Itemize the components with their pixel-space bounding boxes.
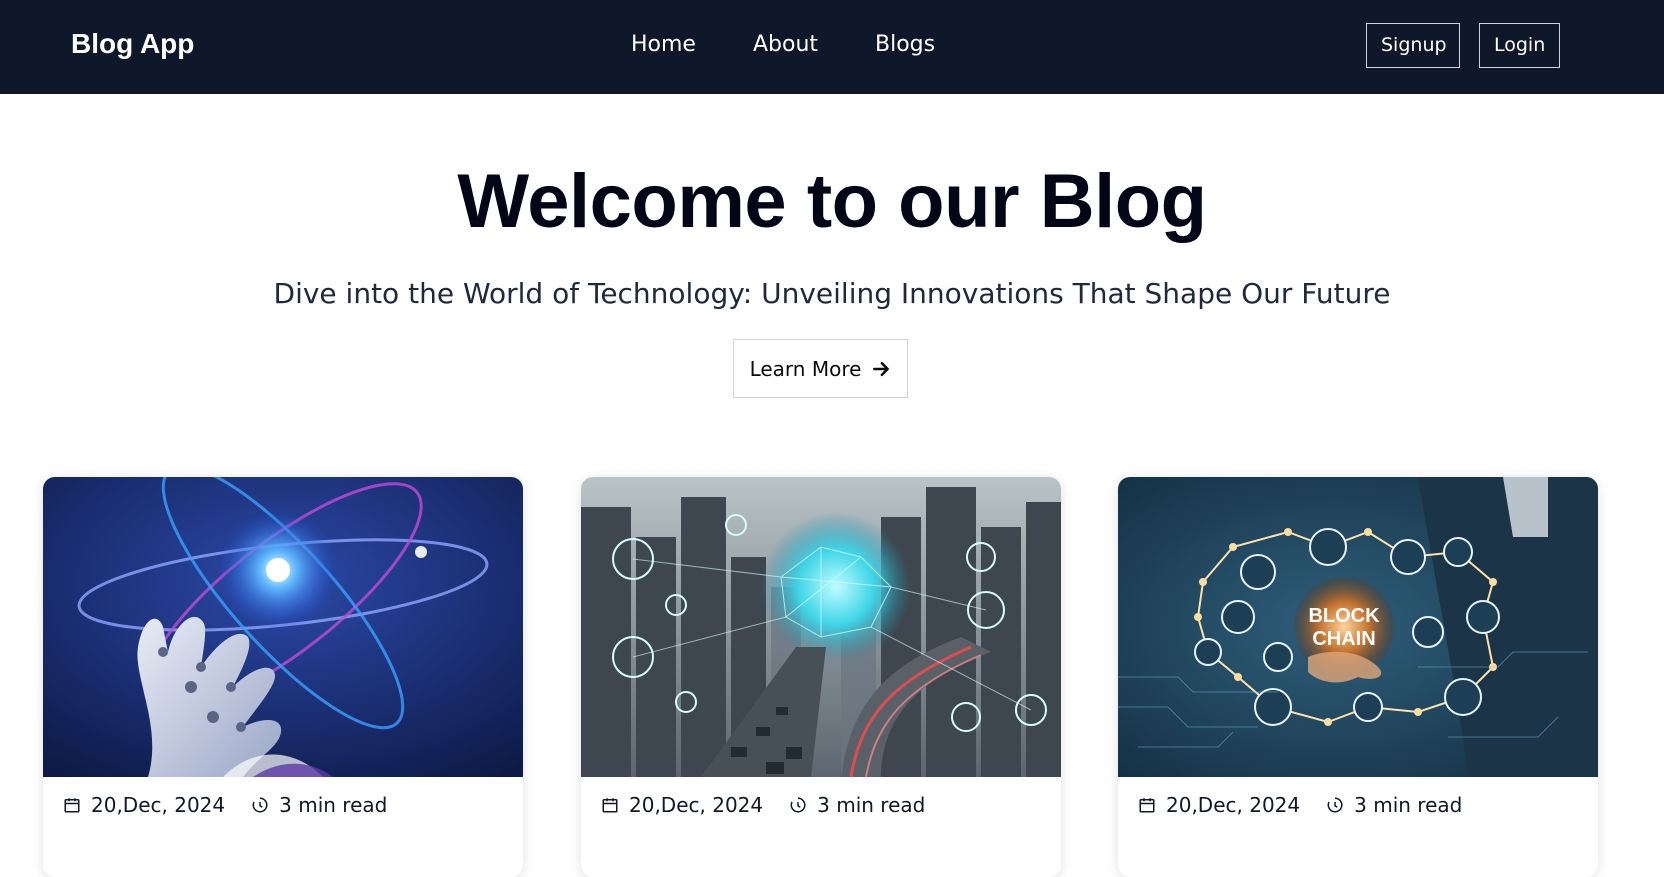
blog-card[interactable]: 20,Dec, 2024 3 min read <box>43 477 523 877</box>
card-image-robot-hand[interactable] <box>43 477 523 777</box>
card-meta: 20,Dec, 2024 3 min read <box>601 793 951 817</box>
clock-icon <box>252 797 268 813</box>
read-time-group: 3 min read <box>251 793 387 817</box>
hero-title: Welcome to our Blog <box>457 159 1207 244</box>
learn-more-label: Learn More <box>749 356 862 381</box>
hero-subtitle: Dive into the World of Technology: Unvei… <box>273 277 1391 310</box>
login-button[interactable]: Login <box>1479 23 1560 68</box>
blog-card[interactable]: BLOCK CHAIN 20,Dec, 2024 3 min read <box>1118 477 1598 877</box>
post-date: 20,Dec, 2024 <box>91 793 226 817</box>
calendar-icon <box>1139 798 1155 813</box>
nav-link-blogs[interactable]: Blogs <box>875 32 935 57</box>
nav-link-about[interactable]: About <box>753 32 818 57</box>
clock-icon <box>790 797 806 813</box>
date-group: 20,Dec, 2024 <box>1138 793 1300 817</box>
read-time: 3 min read <box>817 793 926 817</box>
navbar: Blog App Home About Blogs Signup Login <box>0 0 1664 94</box>
post-date: 20,Dec, 2024 <box>629 793 764 817</box>
read-time-group: 3 min read <box>789 793 925 817</box>
learn-more-button[interactable]: Learn More <box>733 339 908 398</box>
blog-card[interactable]: 20,Dec, 2024 3 min read <box>581 477 1061 877</box>
read-time-group: 3 min read <box>1326 793 1462 817</box>
arrow-right-icon <box>873 361 890 376</box>
calendar-icon <box>64 798 80 813</box>
main-nav: Home About Blogs <box>631 32 992 57</box>
card-meta: 20,Dec, 2024 3 min read <box>63 793 413 817</box>
date-group: 20,Dec, 2024 <box>601 793 763 817</box>
calendar-icon <box>602 798 618 813</box>
read-time: 3 min read <box>1354 793 1463 817</box>
card-meta: 20,Dec, 2024 3 min read <box>1138 793 1488 817</box>
nav-link-home[interactable]: Home <box>631 32 696 57</box>
date-group: 20,Dec, 2024 <box>63 793 225 817</box>
clock-icon <box>1327 797 1343 813</box>
card-image-blockchain[interactable]: BLOCK CHAIN <box>1118 477 1598 777</box>
read-time: 3 min read <box>279 793 388 817</box>
post-date: 20,Dec, 2024 <box>1166 793 1301 817</box>
brand-logo[interactable]: Blog App <box>71 28 194 60</box>
card-image-smart-city[interactable] <box>581 477 1061 777</box>
signup-button[interactable]: Signup <box>1366 23 1460 68</box>
blockchain-text-1: BLOCK <box>1308 605 1380 627</box>
blockchain-text-2: CHAIN <box>1312 628 1375 650</box>
